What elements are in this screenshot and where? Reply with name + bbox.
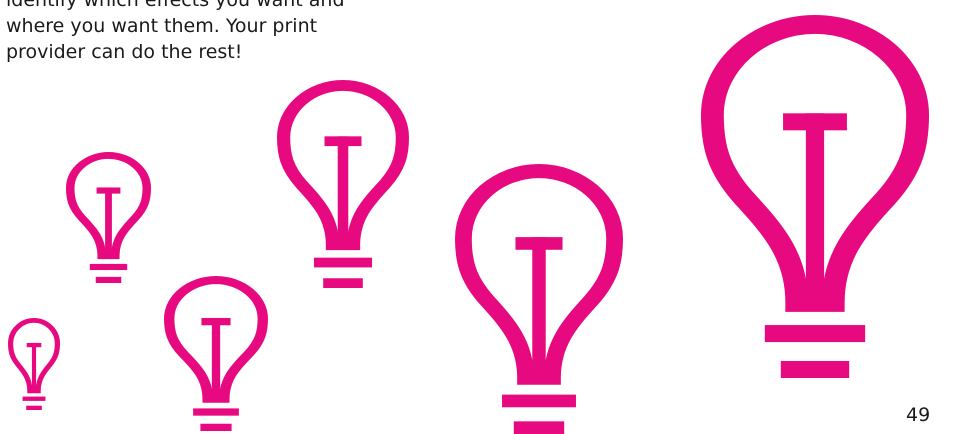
light-bulb-icon [701, 15, 929, 378]
light-bulb-icon [277, 80, 409, 288]
page-number: 49 [906, 404, 931, 426]
body-line-2: where you want them. Your print [6, 15, 318, 37]
light-bulb-icon [455, 164, 623, 434]
light-bulb-icon [164, 276, 268, 431]
body-line-3: provider can do the rest! [6, 41, 243, 63]
body-line-1: identify which effects you want and [6, 0, 345, 11]
light-bulb-icon [66, 152, 151, 283]
body-paragraph: identify which effects you want and wher… [6, 0, 406, 65]
light-bulb-icon [8, 318, 60, 410]
